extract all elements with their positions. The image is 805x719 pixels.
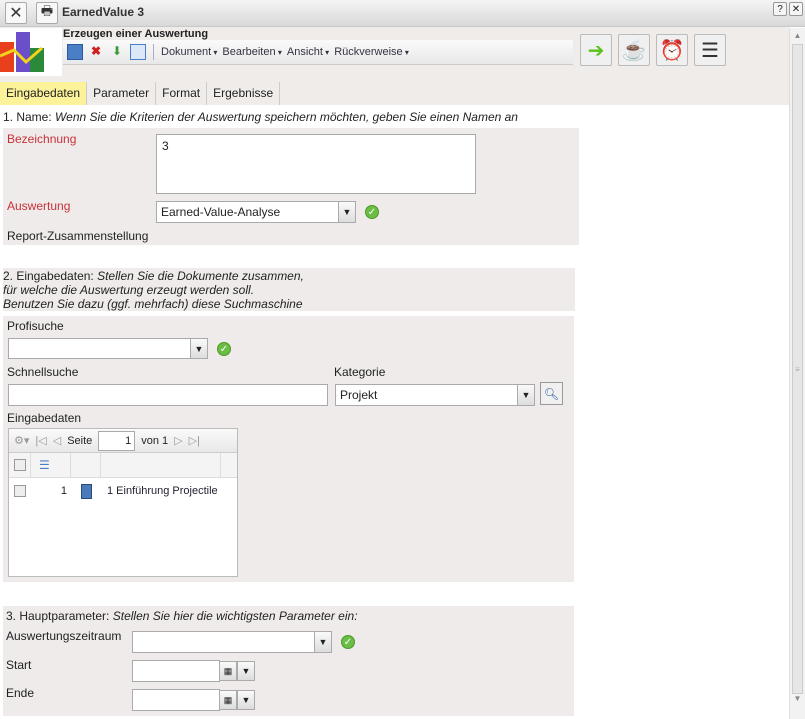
- page-label: Seite: [67, 434, 93, 447]
- row-name[interactable]: 1 Einführung Projectile: [101, 485, 226, 497]
- section1-prefix: 1. Name:: [3, 110, 52, 124]
- toolbar: ✖ ⬇ Dokument Bearbeiten Ansicht Rückverw…: [63, 40, 573, 65]
- section3-text: Stellen Sie hier die wichtigsten Paramet…: [112, 609, 358, 623]
- tab-ergebnisse[interactable]: Ergebnisse: [207, 82, 281, 105]
- scroll-thumb[interactable]: ≡: [792, 44, 803, 694]
- chevron-down-icon[interactable]: ▼: [237, 661, 255, 681]
- tab-parameter[interactable]: Parameter: [87, 82, 157, 105]
- grid-header-name-col: [101, 453, 221, 477]
- chevron-down-icon[interactable]: ▼: [314, 632, 331, 652]
- menu-rueckverweise[interactable]: Rückverweise: [334, 46, 409, 58]
- help-button[interactable]: ?: [773, 2, 787, 16]
- search-icon[interactable]: 🔍︎: [540, 382, 563, 405]
- report-label: Report-Zusammenstellung: [7, 229, 149, 243]
- schedule-clock-icon[interactable]: ⏰: [656, 34, 688, 66]
- calendar-icon[interactable]: ▦: [219, 661, 237, 681]
- row-checkbox[interactable]: [14, 485, 26, 497]
- page-subtitle: Erzeugen einer Auswertung: [63, 28, 209, 40]
- grid-label: Eingabedaten: [7, 411, 82, 425]
- report-layout-icon[interactable]: ☰: [694, 34, 726, 66]
- tab-format[interactable]: Format: [156, 82, 208, 105]
- schnellsuche-input[interactable]: [8, 384, 328, 406]
- window-close-button[interactable]: ✕: [789, 2, 803, 16]
- kategorie-label: Kategorie: [334, 365, 386, 379]
- profisuche-label: Profisuche: [7, 319, 64, 333]
- kategorie-value: Projekt: [340, 388, 378, 402]
- schnellsuche-label: Schnellsuche: [7, 365, 79, 379]
- section2-line3: Benutzen Sie dazu (ggf. mehrfach) diese …: [3, 297, 303, 311]
- check-icon[interactable]: ✓: [217, 342, 231, 356]
- menu-bearbeiten[interactable]: Bearbeiten: [222, 46, 281, 58]
- chevron-down-icon[interactable]: ▼: [517, 385, 534, 405]
- grid-header: ☰: [9, 453, 237, 478]
- bezeichnung-input[interactable]: 3: [156, 134, 476, 194]
- profisuche-select[interactable]: ▼: [8, 338, 208, 359]
- menu-dokument[interactable]: Dokument: [161, 46, 217, 58]
- section1-text: Wenn Sie die Kriterien der Auswertung sp…: [55, 110, 518, 124]
- auswertung-select[interactable]: Earned-Value-Analyse ▼: [156, 201, 356, 223]
- start-input[interactable]: [132, 660, 220, 682]
- select-all-checkbox[interactable]: [13, 459, 26, 471]
- tab-bar: Eingabedaten Parameter Format Ergebnisse: [0, 82, 789, 105]
- coffee-icon[interactable]: ☕: [618, 34, 650, 66]
- page-input[interactable]: 1: [98, 430, 136, 451]
- results-grid: ⚙▾ |◁ ◁ Seite 1 von 1 ▷ ▷| ☰ 1 1 Einführ…: [8, 428, 238, 577]
- section3-heading: 3. Hauptparameter: Stellen Sie hier die …: [6, 609, 358, 623]
- zeitraum-select[interactable]: ▼: [132, 631, 332, 653]
- check-icon[interactable]: ✓: [341, 635, 355, 649]
- section2-heading: 2. Eingabedaten: Stellen Sie die Dokumen…: [3, 268, 575, 311]
- document-icon: [80, 483, 92, 499]
- last-page-icon[interactable]: ▷|: [189, 434, 200, 447]
- scroll-down-icon[interactable]: ▼: [790, 694, 805, 710]
- tab-eingabedaten[interactable]: Eingabedaten: [0, 82, 88, 105]
- section3-prefix: 3. Hauptparameter:: [6, 609, 110, 623]
- auswertung-value: Earned-Value-Analyse: [161, 205, 281, 219]
- chevron-down-icon[interactable]: ▼: [237, 690, 255, 710]
- row-number: 1: [60, 485, 67, 497]
- delete-icon[interactable]: ✖: [88, 44, 104, 60]
- calendar-icon[interactable]: ▦: [219, 690, 237, 710]
- import-icon[interactable]: ⬇: [109, 44, 125, 60]
- print-icon[interactable]: 🖶: [36, 2, 58, 24]
- auswertung-label: Auswertung: [7, 199, 71, 213]
- kategorie-select[interactable]: Projekt ▼: [335, 384, 535, 406]
- table-row[interactable]: 1 1 Einführung Projectile: [9, 478, 237, 504]
- prev-page-icon[interactable]: ◁: [53, 434, 61, 447]
- next-page-icon[interactable]: ▷: [174, 434, 182, 447]
- start-label: Start: [6, 658, 32, 672]
- section2-prefix: 2. Eingabedaten:: [3, 269, 94, 283]
- scroll-up-icon[interactable]: ▲: [790, 28, 805, 44]
- first-page-icon[interactable]: |◁: [35, 434, 46, 447]
- check-icon[interactable]: ✓: [365, 205, 379, 219]
- app-logo: [0, 28, 62, 76]
- chevron-down-icon[interactable]: ▼: [338, 202, 355, 222]
- section2-line1: Stellen Sie die Dokumente zusammen,: [97, 269, 304, 283]
- grid-header-icon-col: [71, 453, 101, 477]
- grid-pager: ⚙▾ |◁ ◁ Seite 1 von 1 ▷ ▷|: [9, 429, 237, 453]
- copy-icon[interactable]: [130, 44, 146, 60]
- chevron-down-icon[interactable]: ▼: [190, 339, 207, 358]
- window-title: EarnedValue 3: [62, 5, 145, 19]
- menu-ansicht[interactable]: Ansicht: [287, 46, 329, 58]
- run-arrow-icon[interactable]: ➔: [580, 34, 612, 66]
- ende-label: Ende: [6, 686, 35, 700]
- ende-input[interactable]: [132, 689, 220, 711]
- divider: [153, 44, 154, 60]
- bezeichnung-label: Bezeichnung: [7, 132, 77, 146]
- zeitraum-label: Auswertungszeitraum: [6, 629, 122, 643]
- page-count: von 1: [141, 434, 169, 447]
- row-number-icon: ☰: [31, 453, 71, 477]
- scrollbar[interactable]: ▲ ≡ ▼: [789, 28, 805, 719]
- section2-line2: für welche die Auswertung erzeugt werden…: [3, 283, 255, 297]
- close-icon[interactable]: ✕: [5, 2, 27, 24]
- gear-icon[interactable]: ⚙▾: [14, 434, 29, 447]
- save-icon[interactable]: [67, 44, 83, 60]
- section1-heading: 1. Name: Wenn Sie die Kriterien der Ausw…: [3, 110, 518, 124]
